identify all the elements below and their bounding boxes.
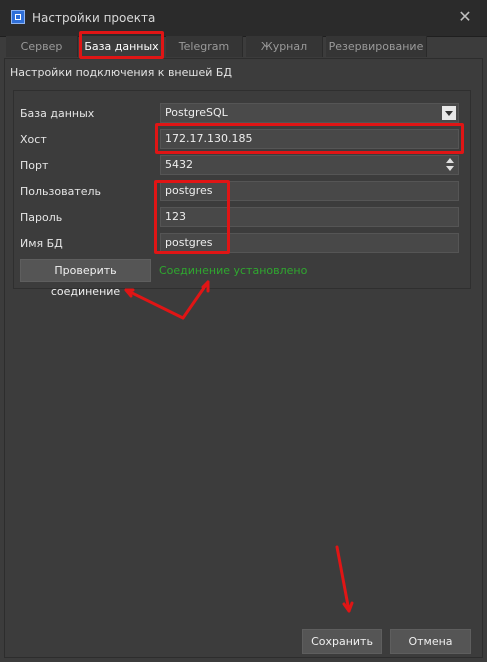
arrow-to-test-button	[124, 288, 185, 320]
arrow-to-save	[335, 545, 351, 613]
annotation-arrows	[124, 280, 354, 613]
